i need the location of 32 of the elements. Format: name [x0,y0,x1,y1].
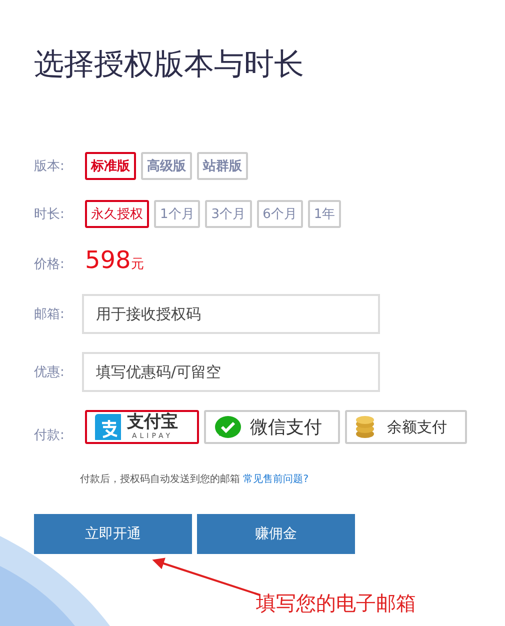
email-field[interactable]: 用于接收授权码 [82,294,380,334]
payment-name: 微信支付 [250,416,322,439]
checkmark-bubble-icon [214,414,244,440]
field-label: 邮箱: [34,306,66,323]
price-amount: 598 [85,246,131,274]
field-label: 付款: [34,427,66,444]
option-button[interactable]: 标准版 [85,152,136,180]
option-button[interactable]: 高级版 [141,152,192,180]
field-label: 优惠: [34,364,66,381]
payment-name: 余额支付 [387,418,447,436]
currency-unit: 元 [130,256,144,273]
option-button[interactable]: 1个月 [154,200,200,228]
option-button[interactable]: 3个月 [205,200,252,228]
faq-link[interactable]: 常见售前问题? [243,474,308,485]
option-button[interactable]: 6个月 [256,200,303,228]
payment-name: 支付宝 [127,414,178,431]
annotation-text: 填写您的电子邮箱 [256,590,416,617]
coin-stack-icon [355,415,375,439]
field-label: 价格: [34,256,66,273]
coupon-field[interactable]: 填写优惠码/可留空 [82,352,380,392]
option-button[interactable]: 1年 [308,200,342,228]
option-button[interactable]: 站群版 [197,152,248,180]
alipay-logo-icon [95,414,121,440]
option-button[interactable]: 永久授权 [85,200,149,228]
field-label: 版本: [34,158,66,175]
field-label: 时长: [34,206,66,223]
payment-option[interactable]: 微信支付 [204,410,340,444]
page-title: 选择授权版本与时长 [34,46,305,84]
action-button[interactable]: 赚佣金 [197,514,355,554]
payment-note: 付款后，授权码自动发送到您的邮箱 常见售前问题? [80,472,310,486]
action-button[interactable]: 立即开通 [34,514,192,554]
payment-option[interactable]: 余额支付 [345,410,467,444]
